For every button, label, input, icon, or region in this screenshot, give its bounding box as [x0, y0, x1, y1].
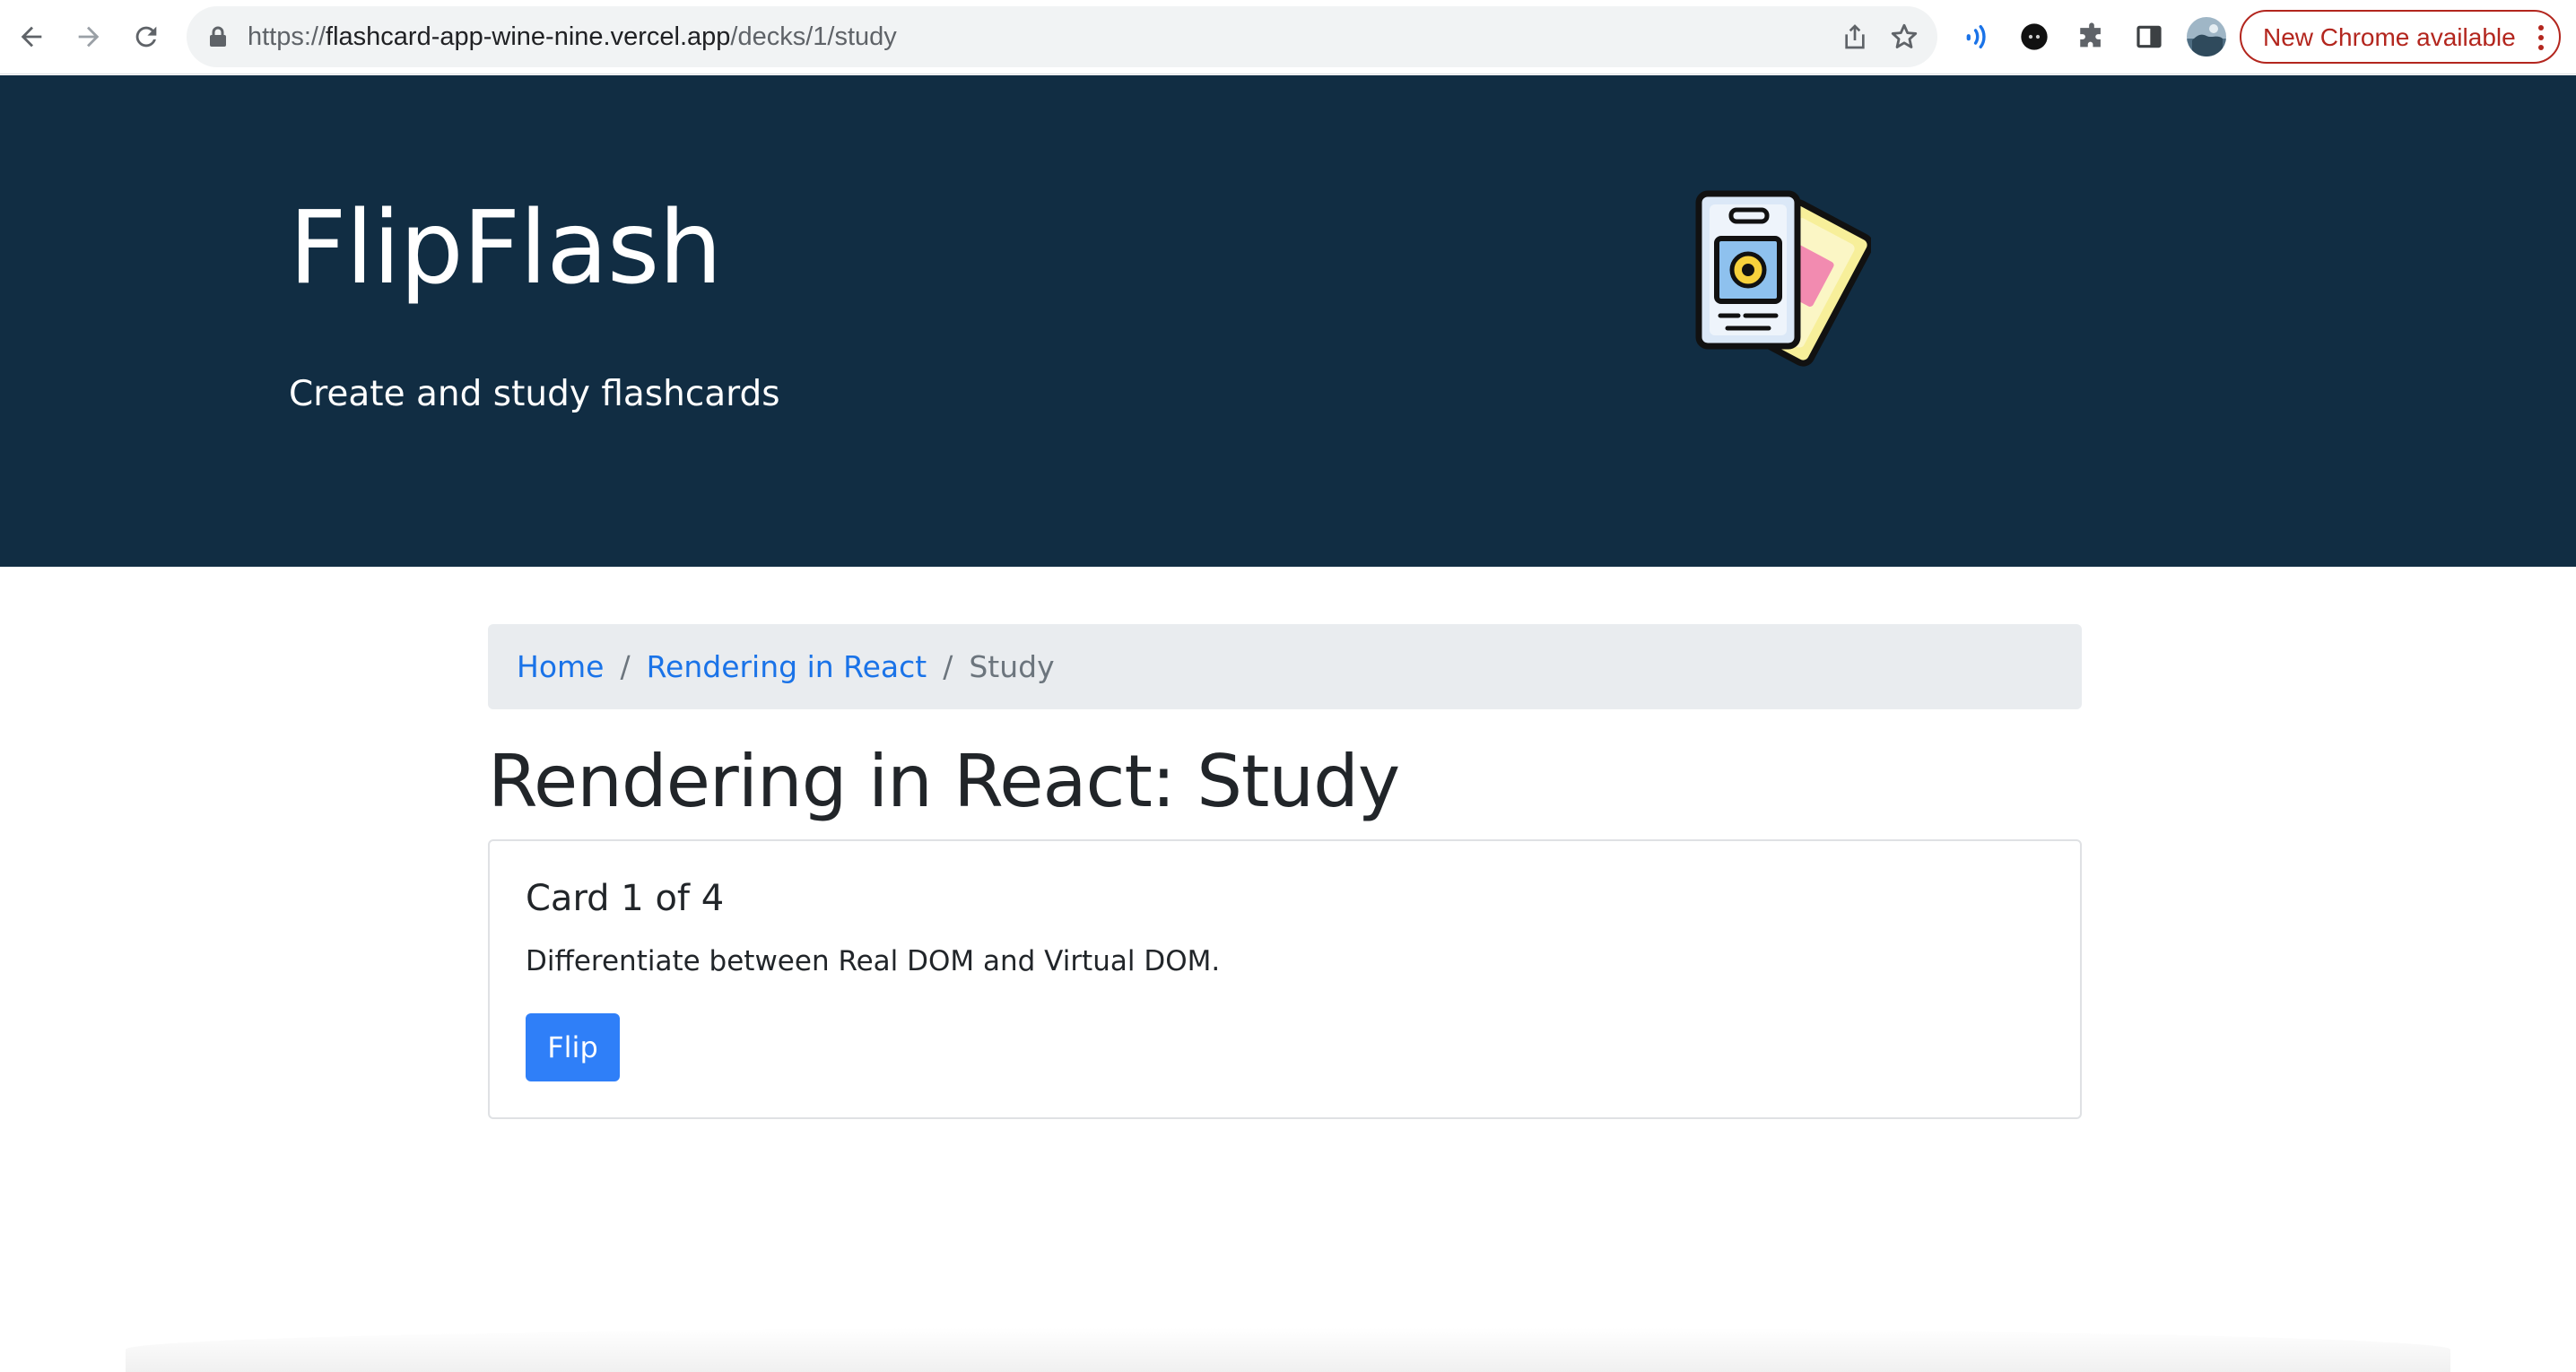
- breadcrumb-separator: /: [620, 649, 631, 684]
- bookmark-star-icon[interactable]: [1889, 22, 1919, 52]
- forward-icon[interactable]: [68, 16, 109, 57]
- window-bottom-shadow: [126, 1327, 2450, 1372]
- breadcrumb-separator: /: [943, 649, 953, 684]
- brand-subtitle: Create and study flashcards: [289, 374, 780, 414]
- url-host: flashcard-app-wine-nine.vercel.app: [326, 22, 731, 51]
- dark-extension-icon[interactable]: [2016, 19, 2052, 55]
- study-card: Card 1 of 4 Differentiate between Real D…: [488, 839, 2082, 1119]
- breadcrumb-deck-link[interactable]: Rendering in React: [647, 649, 927, 684]
- audio-extension-icon[interactable]: [1959, 19, 1995, 55]
- app-header: FlipFlash Create and study flashcards: [0, 75, 2576, 567]
- brand-title: FlipFlash: [289, 190, 722, 307]
- flashcards-logo-icon: [1695, 190, 1871, 367]
- card-counter: Card 1 of 4: [526, 878, 725, 919]
- url-path: /decks/1/study: [730, 22, 897, 51]
- browser-toolbar: https://flashcard-app-wine-nine.vercel.a…: [0, 0, 2576, 74]
- lock-icon[interactable]: [208, 26, 228, 48]
- update-button-label: New Chrome available: [2263, 23, 2516, 51]
- flip-button[interactable]: Flip: [526, 1013, 620, 1081]
- new-chrome-available-button[interactable]: New Chrome available: [2240, 10, 2561, 64]
- address-bar[interactable]: https://flashcard-app-wine-nine.vercel.a…: [187, 6, 1937, 67]
- breadcrumb-home-link[interactable]: Home: [517, 649, 604, 684]
- page-title: Rendering in React: Study: [488, 740, 1400, 823]
- share-icon[interactable]: [1841, 22, 1869, 51]
- url-scheme: https://: [248, 22, 326, 51]
- breadcrumb-current: Study: [969, 649, 1055, 684]
- card-front-text: Differentiate between Real DOM and Virtu…: [526, 945, 1221, 977]
- avatar[interactable]: [2187, 17, 2226, 56]
- url-text[interactable]: https://flashcard-app-wine-nine.vercel.a…: [248, 22, 897, 52]
- more-vert-icon[interactable]: [2537, 24, 2545, 51]
- breadcrumb: Home / Rendering in React / Study: [488, 624, 2082, 709]
- puzzle-icon[interactable]: [2074, 19, 2110, 55]
- back-icon[interactable]: [11, 16, 52, 57]
- side-panel-icon[interactable]: [2131, 19, 2167, 55]
- reload-icon[interactable]: [126, 16, 167, 57]
